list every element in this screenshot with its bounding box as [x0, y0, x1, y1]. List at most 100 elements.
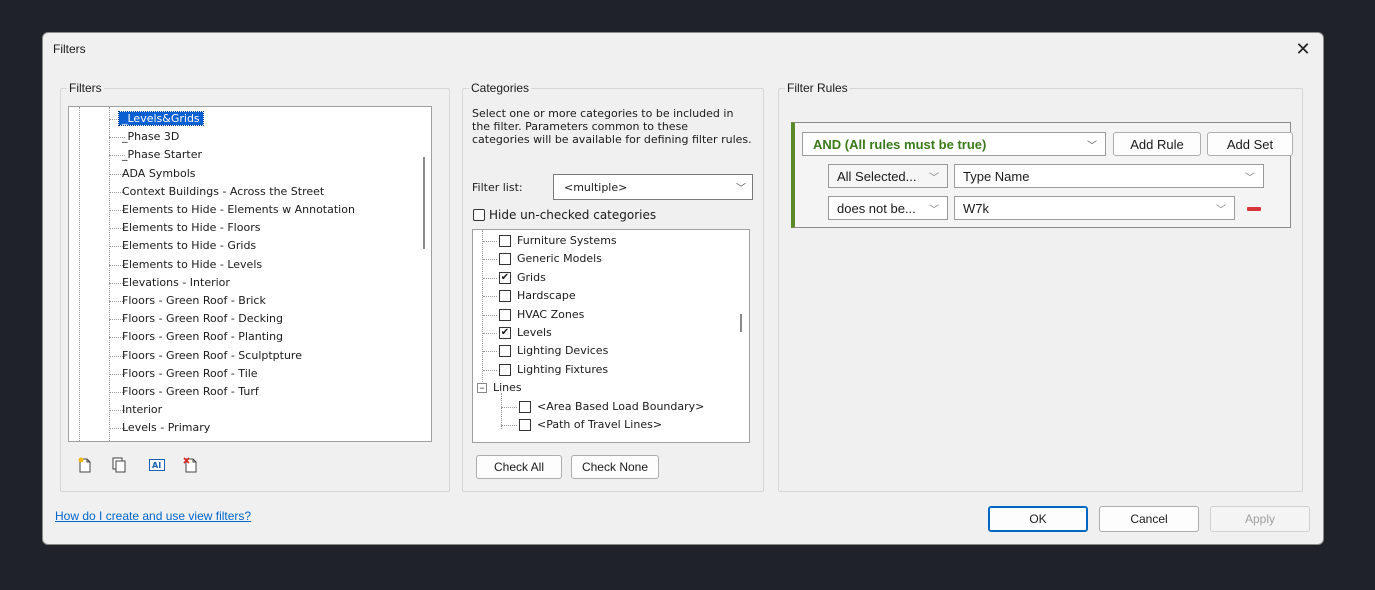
category-checkbox[interactable] [519, 419, 531, 431]
filter-list-item[interactable]: Floors - Green Roof - Brick [119, 292, 269, 310]
filter-item-label: _Levels&Grids [118, 111, 204, 126]
filter-item-label: Floors - Green Roof - Planting [122, 330, 284, 344]
tree-guide-line [482, 230, 483, 390]
ok-button[interactable]: OK [988, 506, 1088, 532]
category-checkbox[interactable] [499, 363, 511, 376]
title-bar: Filters ✕ [43, 33, 1323, 65]
category-checkbox[interactable]: ✔ [499, 271, 511, 284]
check-all-button[interactable]: Check All [476, 455, 562, 479]
tree-connector [501, 406, 517, 408]
chevron-down-icon: ﹀ [736, 183, 746, 195]
chevron-down-icon: ﹀ [1245, 172, 1255, 184]
filter-list-item[interactable]: Floors - Green Roof - Planting [119, 328, 286, 346]
operator-value: does not be... [837, 200, 916, 216]
rule-set-box: AND (All rules must be true) ﹀ Add Rule … [791, 122, 1293, 228]
category-checkbox[interactable] [499, 235, 511, 247]
cancel-button[interactable]: Cancel [1099, 506, 1199, 532]
remove-rule-icon[interactable] [1247, 207, 1261, 211]
filter-rules-legend: Filter Rules [785, 81, 850, 95]
parameter-select[interactable]: Type Name ﹀ [954, 164, 1264, 188]
rule-value-input[interactable]: W7k ﹀ [954, 196, 1235, 220]
category-checkbox[interactable] [499, 308, 511, 321]
filter-list-item[interactable]: Floors - Green Roof - Tile [119, 365, 261, 383]
help-link[interactable]: How do I create and use view filters? [55, 509, 251, 523]
tree-connector [483, 259, 497, 261]
tree-connector [483, 351, 497, 353]
filters-dialog: Filters ✕ Filters _Levels&Grids _Phase 3D… [42, 32, 1324, 545]
hide-unchecked-label: Hide un-checked categories [489, 208, 657, 222]
filter-list-label: Filter list: [472, 181, 523, 194]
filter-item-label: Elements to Hide - Levels [122, 257, 263, 271]
rename-icon[interactable]: AI [147, 455, 167, 475]
category-item-label: Lighting Fixtures [517, 362, 609, 376]
category-item-label: Furniture Systems [517, 234, 617, 247]
categories-description-line: Select one or more categories to be incl… [472, 107, 734, 120]
filter-list-item[interactable]: _Phase Starter [119, 146, 205, 164]
filter-list-item[interactable]: _Phase 3D [119, 128, 182, 146]
operator-select[interactable]: does not be... ﹀ [828, 196, 948, 220]
tree-connector [483, 333, 497, 334]
filter-list-item[interactable]: ADA Symbols [119, 165, 199, 183]
apply-button[interactable]: Apply [1210, 506, 1310, 532]
category-checkbox[interactable] [519, 400, 531, 413]
filter-list-item[interactable]: Floors - Green Roof - Decking [119, 310, 286, 328]
category-checkbox[interactable]: ✔ [499, 327, 511, 339]
filter-list-item[interactable]: Elements to Hide - Floors [119, 219, 263, 237]
filter-list-item[interactable]: Levels - Primary [119, 419, 213, 437]
filter-item-label: Elements to Hide - Elements w Annotation [122, 203, 355, 216]
logic-select[interactable]: AND (All rules must be true) ﹀ [802, 132, 1106, 156]
category-checkbox[interactable] [499, 290, 511, 303]
collapse-toggle-icon[interactable]: − [477, 383, 487, 394]
filter-list-item[interactable]: Floors - Green Roof - Sculptpture [119, 347, 305, 365]
category-checkbox[interactable] [499, 253, 511, 266]
filters-scrollbar[interactable] [423, 157, 425, 249]
filter-list-item[interactable]: _Levels&Grids [118, 110, 204, 128]
tree-connector [483, 314, 497, 316]
filter-list-item[interactable]: Elements to Hide - Levels [119, 256, 265, 274]
chevron-down-icon: ﹀ [1087, 140, 1097, 152]
filter-item-label: ADA Symbols [122, 166, 196, 180]
categories-scrollbar[interactable] [740, 314, 742, 332]
category-item-label: Lighting Devices [517, 344, 609, 358]
filter-item-label: Elements to Hide - Grids [122, 239, 257, 253]
categories-tree[interactable]: Furniture Systems Generic Models ✔ Grids Har… [472, 229, 750, 443]
filter-item-label: Elements to Hide - Floors [122, 221, 261, 235]
category-item-label: Generic Models [517, 252, 602, 266]
categories-description-line: categories will be available for definin… [472, 133, 752, 146]
filter-list-item[interactable]: Context Buildings - Across the Street [119, 183, 327, 201]
tree-guide-line [79, 107, 80, 441]
add-rule-button[interactable]: Add Rule [1113, 132, 1201, 156]
filter-list-item[interactable]: Interior [119, 401, 165, 419]
tree-connector [483, 369, 497, 371]
category-item-label: Grids [517, 270, 546, 284]
filter-item-label: _Phase 3D [122, 130, 180, 144]
close-icon[interactable]: ✕ [1293, 39, 1313, 60]
parameter-scope-select[interactable]: All Selected... ﹀ [828, 164, 948, 188]
new-filter-icon[interactable] [75, 455, 95, 475]
tree-guide-line [501, 393, 502, 430]
chevron-down-icon: ﹀ [929, 204, 939, 216]
filter-item-label: Elevations - Interior [122, 275, 230, 289]
duplicate-icon[interactable] [109, 455, 129, 475]
filters-tree[interactable]: _Levels&Grids _Phase 3D _Phase Starter ADA … [68, 106, 432, 442]
filter-list-item[interactable]: Elements to Hide - Elements w Annotation [119, 201, 358, 219]
parameter-scope-value: All Selected... [837, 168, 917, 184]
logic-value: AND (All rules must be true) [813, 136, 987, 152]
filter-list-item[interactable]: Elevations - Interior [119, 274, 233, 292]
add-set-button[interactable]: Add Set [1207, 132, 1293, 156]
filter-item-label: Levels - Primary [122, 421, 211, 435]
filter-list-item[interactable]: Floors - Green Roof - Turf [119, 383, 262, 401]
filter-list-select[interactable]: <multiple> ﹀ [553, 174, 753, 200]
hide-unchecked-checkbox[interactable] [473, 209, 485, 221]
filter-list-item[interactable]: Elements to Hide - Grids [119, 237, 259, 255]
delete-filter-icon[interactable] [181, 455, 201, 475]
tree-connector [501, 425, 517, 426]
category-checkbox[interactable] [499, 345, 511, 358]
filters-legend: Filters [67, 81, 104, 95]
category-item-label: HVAC Zones [517, 307, 585, 321]
check-none-button[interactable]: Check None [571, 455, 659, 479]
category-item-label: Lines [493, 381, 522, 395]
categories-legend: Categories [469, 81, 532, 95]
parameter-value: Type Name [963, 168, 1030, 184]
filter-item-label: Floors - Green Roof - Tile [122, 366, 258, 380]
